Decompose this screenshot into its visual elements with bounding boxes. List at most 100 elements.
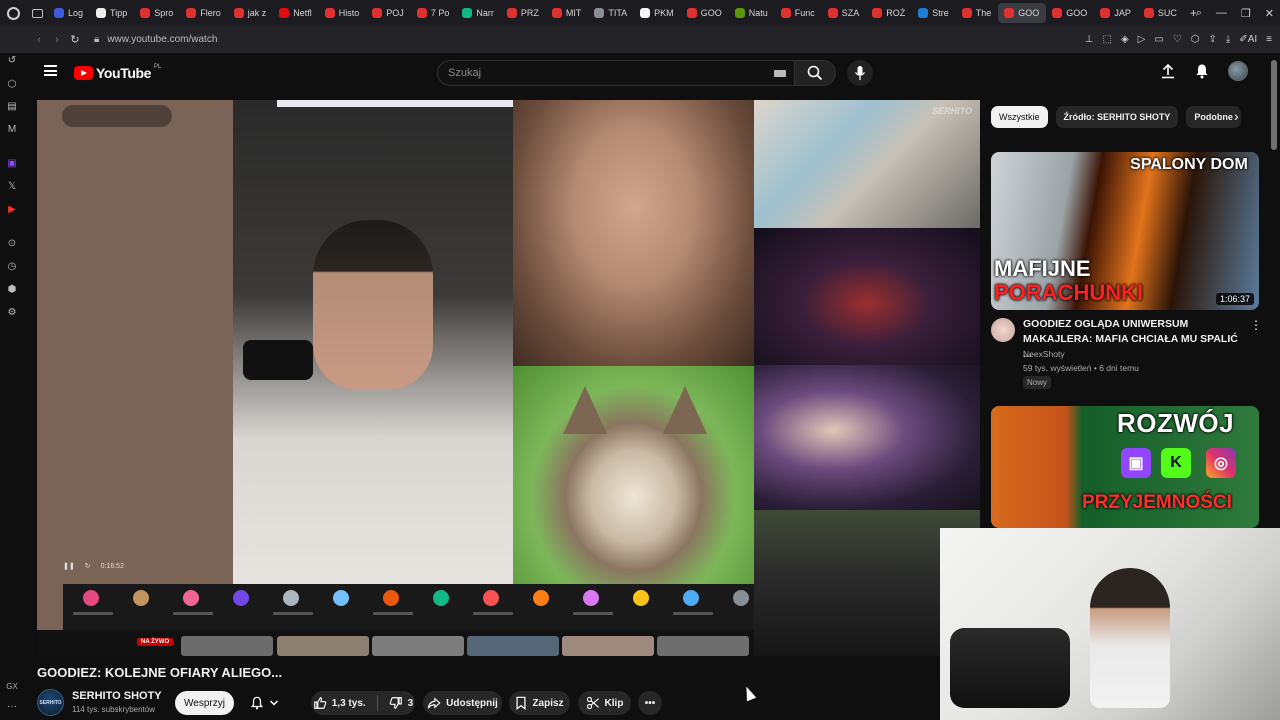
browser-tab[interactable]: Spro (134, 3, 180, 23)
snapshot-icon[interactable]: ⬚ (1103, 34, 1112, 45)
browser-tab[interactable]: ROŻ (866, 3, 912, 23)
browser-tab[interactable]: SUC (1138, 3, 1184, 23)
tab-label: PRZ (520, 8, 539, 18)
video-player[interactable]: ❚❚ ↻ 0:16:52 NA ŻYWO SERHITO (37, 100, 980, 656)
player-icon[interactable]: ⊙ (4, 236, 20, 250)
search-tabs-icon[interactable]: ⌕ (1196, 7, 1202, 20)
browser-tab[interactable]: Natu (729, 3, 775, 23)
browser-tab[interactable]: GOO (1046, 3, 1094, 23)
browser-tab[interactable]: PKM (634, 3, 681, 23)
maximize-icon[interactable]: ❐ (1241, 7, 1251, 20)
aria-ai-icon[interactable]: ✐AI (1239, 34, 1257, 45)
cube-icon[interactable]: ⬡ (4, 77, 20, 91)
forward-icon[interactable]: › (48, 34, 66, 46)
twitch-icon[interactable]: ▣ (4, 156, 20, 170)
browser-tab[interactable]: GOO (998, 3, 1047, 23)
browser-tab[interactable]: Histo (319, 3, 367, 23)
x-icon[interactable]: 𝕏 (4, 179, 20, 193)
browser-tab[interactable]: POJ (366, 3, 411, 23)
clip-button[interactable]: Klip (578, 691, 631, 715)
settings-icon[interactable]: ⚙ (4, 305, 20, 319)
guide-menu-icon[interactable] (44, 65, 57, 76)
search-input[interactable] (448, 67, 748, 79)
page-scrollbar[interactable] (1271, 60, 1277, 150)
history-icon[interactable]: ↺ (4, 53, 20, 67)
browser-tab[interactable]: Narr (456, 3, 501, 23)
dislike-count[interactable]: 3 (408, 698, 414, 709)
gift-label (473, 612, 513, 615)
gmail-icon[interactable]: M (4, 122, 20, 136)
minimize-icon[interactable]: — (1216, 7, 1227, 19)
browser-tab[interactable]: Tipp (90, 3, 134, 23)
download-icon[interactable]: ⤓ (1226, 34, 1230, 45)
close-window-icon[interactable]: ✕ (1265, 7, 1274, 20)
heart-icon[interactable]: ♡ (1173, 34, 1182, 45)
pinboard-icon[interactable]: ▤ (4, 99, 20, 113)
tab-favicon-icon (780, 8, 791, 18)
account-avatar[interactable] (1228, 61, 1248, 81)
tab-favicon-icon (279, 8, 290, 18)
gift-icon (483, 590, 499, 606)
subscription-bell-button[interactable] (242, 691, 286, 715)
more-sidebar-icon[interactable]: ··· (4, 699, 20, 713)
like-count[interactable]: 1,3 tys. (332, 698, 366, 709)
extensions-sidebar-icon[interactable]: ⬢ (4, 282, 20, 296)
opera-menu-icon[interactable] (0, 0, 26, 26)
browser-tab[interactable]: jak z (228, 3, 274, 23)
wallet-icon[interactable]: ▭ (1154, 34, 1163, 45)
browser-tab[interactable]: TITA (588, 3, 634, 23)
browser-tab[interactable]: Stre (912, 3, 956, 23)
chip-all[interactable]: Wszystkie (991, 106, 1048, 128)
share-button[interactable]: Udostępnij (423, 691, 502, 715)
chip-similar[interactable]: Podobne (1186, 106, 1241, 128)
browser-tab[interactable]: The (956, 3, 999, 23)
keyboard-icon[interactable] (774, 70, 786, 77)
browser-tab[interactable]: Func (775, 3, 822, 23)
video-progress-overlay (277, 100, 513, 107)
browser-tab[interactable]: JAP (1094, 3, 1138, 23)
related-channel-name[interactable]: NeexShoty (1023, 349, 1065, 359)
browser-tab[interactable]: SZA (822, 3, 867, 23)
youtube-logo[interactable]: YouTube PL (74, 64, 161, 81)
browser-tab[interactable]: PRZ (501, 3, 546, 23)
kebab-menu-icon[interactable]: ⋮ (1250, 318, 1262, 332)
browser-tab[interactable]: GOO (681, 3, 729, 23)
browser-tab[interactable]: 7 Po (411, 3, 457, 23)
browser-tab[interactable]: Netfl (273, 3, 319, 23)
share-icon[interactable]: ⇪ (1209, 34, 1217, 45)
related-thumbnail[interactable]: SPALONY DOM MAFIJNE PORACHUNKI 1:06:37 (991, 152, 1259, 310)
lock-icon[interactable]: 🔒︎ (94, 34, 99, 45)
related-thumbnail[interactable]: ROZWÓJ ▣ K ◎ PRZYJEMNOŚCI (991, 406, 1259, 528)
shield-icon[interactable]: ◈ (1121, 34, 1129, 45)
more-actions-button[interactable]: ••• (638, 691, 662, 715)
thumbs-down-icon[interactable] (389, 696, 403, 710)
play-icon[interactable]: ▷ (1138, 34, 1146, 45)
browser-tab[interactable]: MIT (546, 3, 589, 23)
join-button[interactable]: Wesprzyj (175, 691, 234, 715)
voice-search-button[interactable] (847, 60, 873, 86)
related-channel-avatar[interactable] (991, 318, 1015, 342)
pause-icon[interactable]: ❚❚ (63, 562, 75, 570)
browser-tab[interactable]: Log (48, 3, 90, 23)
notifications-bell-icon[interactable] (1194, 63, 1210, 79)
url-field[interactable]: www.youtube.com/watch (107, 34, 217, 45)
gift-icon (283, 590, 299, 606)
back-icon[interactable]: ‹ (30, 34, 48, 46)
replay-icon[interactable]: ↻ (85, 562, 91, 570)
browser-tab[interactable]: Flero (180, 3, 228, 23)
save-button[interactable]: Zapisz (509, 691, 570, 715)
pin-icon[interactable]: ⊥ (1085, 34, 1094, 45)
reload-icon[interactable]: ↻ (66, 33, 84, 46)
channel-name[interactable]: SERHITO SHOTY (72, 690, 162, 702)
tab-overview-icon[interactable] (26, 0, 48, 26)
search-button[interactable] (794, 60, 836, 86)
channel-avatar[interactable]: SERHITO (37, 689, 64, 716)
chip-source[interactable]: Źródło: SERHITO SHOTY (1055, 106, 1179, 128)
upload-icon[interactable] (1160, 63, 1176, 79)
clock-icon[interactable]: ◷ (4, 259, 20, 273)
browser-menu-icon[interactable]: ≡ (1266, 34, 1272, 45)
youtube-icon[interactable]: ▶ (4, 202, 20, 216)
thumbs-up-icon[interactable] (313, 696, 327, 710)
extensions-icon[interactable]: ⬡ (1191, 34, 1200, 45)
chevron-right-icon[interactable]: › (1234, 108, 1239, 124)
